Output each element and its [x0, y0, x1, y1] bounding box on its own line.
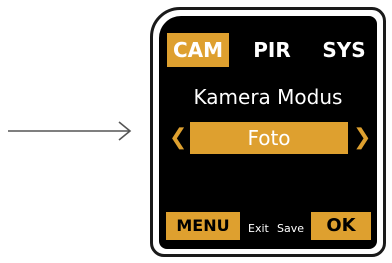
footer-bar: MENU Exit Save OK: [159, 212, 377, 242]
tab-cam[interactable]: CAM: [167, 33, 229, 67]
chevron-left-icon[interactable]: ❮: [169, 123, 187, 153]
tab-pir[interactable]: PIR: [241, 33, 303, 67]
device-illustration: CAM PIR SYS Kamera Modus ❮ Foto ❯ MENU E…: [0, 0, 392, 263]
menu-button[interactable]: MENU: [166, 212, 240, 240]
exit-hint: Exit: [248, 222, 269, 235]
setting-value[interactable]: Foto: [190, 122, 348, 154]
tab-bar: CAM PIR SYS: [167, 33, 373, 67]
ok-button[interactable]: OK: [311, 212, 371, 240]
pointer-arrow-icon: [8, 121, 132, 141]
tab-sys[interactable]: SYS: [313, 33, 375, 67]
save-hint: Save: [277, 222, 305, 235]
lcd-screen: CAM PIR SYS Kamera Modus ❮ Foto ❯ MENU E…: [159, 16, 377, 249]
chevron-right-icon[interactable]: ❯: [353, 123, 371, 153]
setting-title: Kamera Modus: [193, 85, 343, 109]
